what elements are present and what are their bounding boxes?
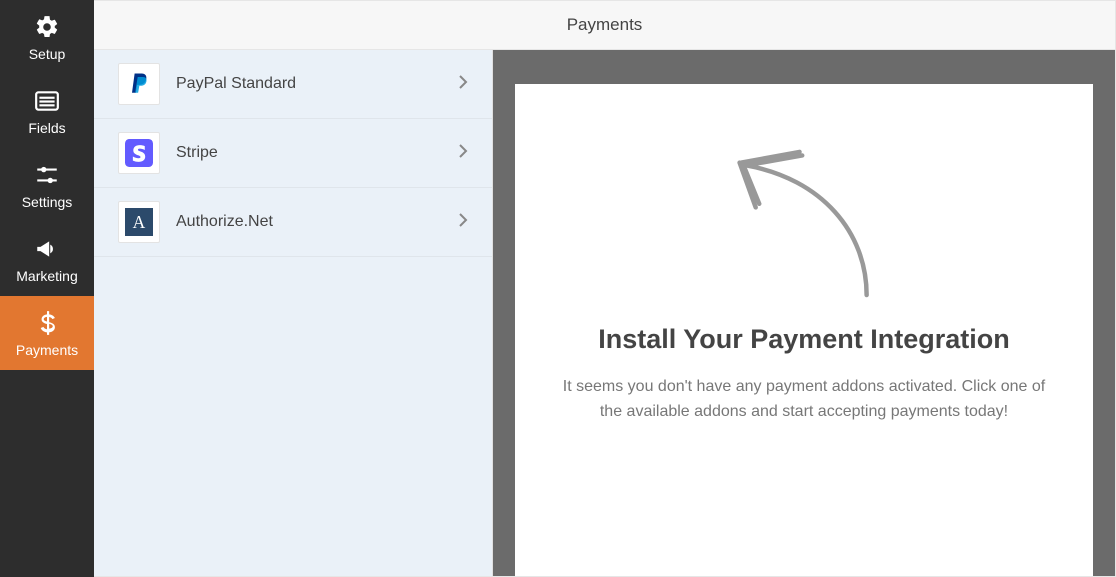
- sidebar-item-label: Setup: [29, 46, 66, 62]
- dollar-icon: [33, 309, 61, 337]
- sliders-icon: [33, 161, 61, 189]
- sidebar-item-label: Marketing: [16, 268, 77, 284]
- chevron-right-icon: [458, 213, 468, 232]
- stripe-icon: [118, 132, 160, 174]
- provider-name: PayPal Standard: [176, 75, 442, 93]
- provider-name: Stripe: [176, 144, 442, 162]
- sidebar-item-label: Payments: [16, 342, 78, 358]
- sidebar-item-fields[interactable]: Fields: [0, 74, 94, 148]
- chevron-right-icon: [458, 144, 468, 163]
- chevron-right-icon: [458, 75, 468, 94]
- sidebar-item-label: Fields: [28, 120, 65, 136]
- provider-row-paypal[interactable]: PayPal Standard: [94, 50, 492, 119]
- sidebar-item-label: Settings: [22, 194, 73, 210]
- arrow-illustration-icon: [714, 134, 894, 304]
- bullhorn-icon: [33, 235, 61, 263]
- gear-icon: [33, 13, 61, 41]
- preview-panel: Install Your Payment Integration It seem…: [493, 50, 1115, 576]
- sidebar-item-setup[interactable]: Setup: [0, 0, 94, 74]
- empty-state-card: Install Your Payment Integration It seem…: [515, 84, 1093, 576]
- authorize-net-icon: A: [118, 201, 160, 243]
- provider-row-stripe[interactable]: Stripe: [94, 119, 492, 188]
- main: Payments PayPal Standard Stripe: [94, 0, 1116, 577]
- page-title: Payments: [567, 15, 643, 35]
- sidebar-item-payments[interactable]: Payments: [0, 296, 94, 370]
- svg-text:A: A: [133, 212, 146, 232]
- empty-state-heading: Install Your Payment Integration: [598, 324, 1010, 355]
- paypal-icon: [118, 63, 160, 105]
- empty-state-body: It seems you don't have any payment addo…: [551, 375, 1057, 425]
- providers-list: PayPal Standard Stripe A Authorize.Net: [94, 50, 493, 576]
- sidebar: Setup Fields Settings Marketing Payments: [0, 0, 94, 577]
- provider-row-authorize[interactable]: A Authorize.Net: [94, 188, 492, 257]
- body: PayPal Standard Stripe A Authorize.Net: [94, 50, 1115, 576]
- sidebar-item-settings[interactable]: Settings: [0, 148, 94, 222]
- sidebar-item-marketing[interactable]: Marketing: [0, 222, 94, 296]
- page-header: Payments: [94, 1, 1115, 50]
- provider-name: Authorize.Net: [176, 213, 442, 231]
- list-icon: [33, 87, 61, 115]
